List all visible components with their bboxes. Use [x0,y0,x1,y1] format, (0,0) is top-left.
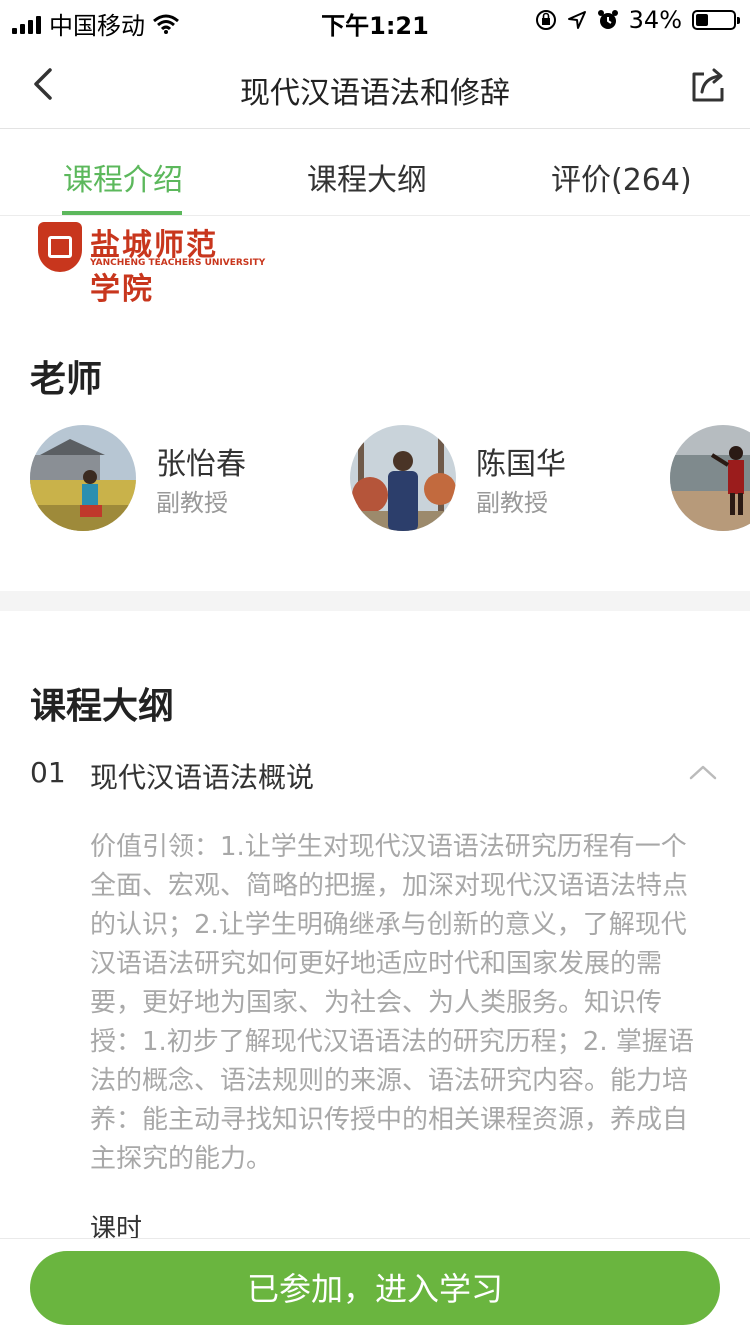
teacher-name: 陈国华 [476,447,566,482]
alarm-icon [597,10,618,29]
avatar [30,425,136,531]
university-emblem-icon [38,222,82,272]
battery-percent: 34% [628,6,682,34]
tab-bar: 课程介绍 课程大纲 评价(264) [0,129,750,216]
teacher-name: 张怡春 [156,447,246,482]
teacher-title: 副教授 [156,489,228,517]
share-icon[interactable] [688,66,728,106]
university-logo: 盐城师范学院 YANCHENG TEACHERS UNIVERSITY [38,220,265,307]
chapter-header[interactable]: 01 现代汉语语法概说 [30,756,720,796]
tab-course-intro[interactable]: 课程介绍 [63,155,183,199]
syllabus-section-title: 课程大纲 [30,686,175,727]
chapter-description: 价值引领：1.让学生对现代汉语语法研究历程有一个全面、宏观、简略的把握，加深对现… [90,832,694,1174]
tab-course-syllabus[interactable]: 课程大纲 [307,155,427,199]
status-right: 34% [535,6,740,34]
battery-fill [696,14,708,26]
battery-icon [692,10,740,30]
chapter-number: 01 [30,756,66,789]
teacher-card[interactable]: 张怡春 副教授 [30,425,330,531]
tab-reviews[interactable]: 评价(264) [551,155,692,199]
avatar [670,425,750,531]
navigation-bar: 现代汉语语法和修辞 [0,40,750,129]
active-tab-indicator [62,211,182,215]
avatar [350,425,456,531]
logo-name-en: YANCHENG TEACHERS UNIVERSITY [90,258,266,268]
teacher-title: 副教授 [476,489,548,517]
chevron-up-icon[interactable] [688,762,718,782]
teachers-section-title: 老师 [30,359,103,400]
location-icon [567,11,586,29]
page-title: 现代汉语语法和修辞 [240,76,510,111]
chapter-title: 现代汉语语法概说 [90,761,315,794]
orientation-lock-icon [535,10,556,30]
teacher-card[interactable]: 陈国华 副教授 [350,425,650,531]
bottom-action-bar: 已参加，进入学习 [0,1238,750,1335]
teacher-card[interactable] [670,425,750,531]
status-bar: 中国移动 下午1:21 34% [0,0,750,40]
section-divider [0,591,750,611]
enter-study-button[interactable]: 已参加，进入学习 [30,1251,720,1325]
